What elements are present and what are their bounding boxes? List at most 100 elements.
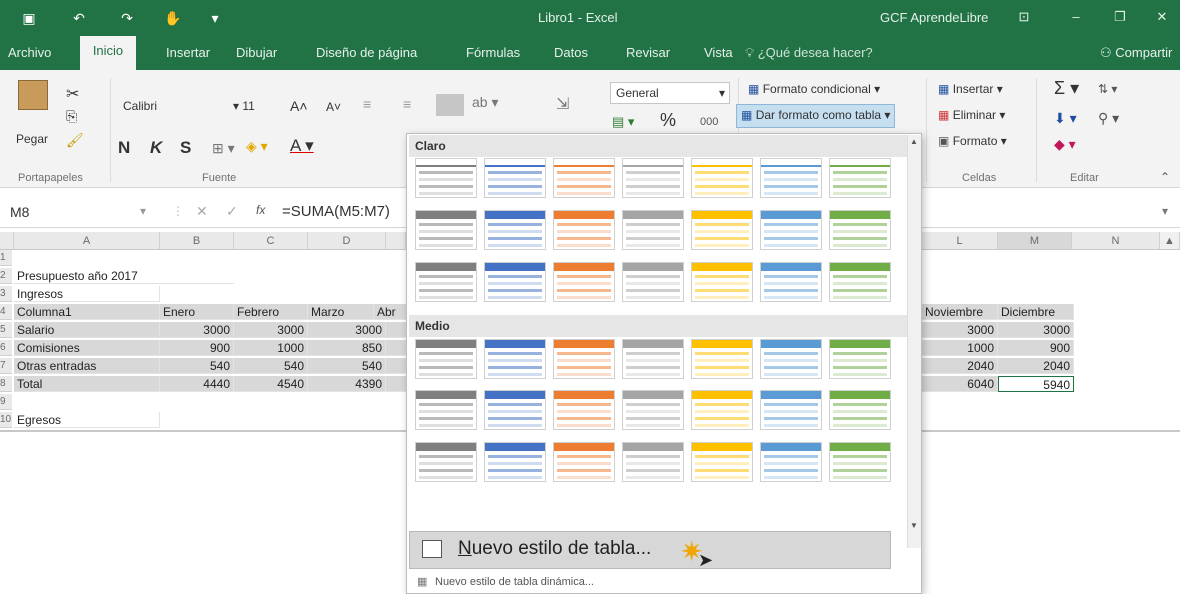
table-style-swatch[interactable]	[484, 390, 546, 430]
italic-button[interactable]: K	[150, 138, 162, 158]
tab-datos[interactable]: Datos	[554, 45, 588, 60]
tab-formulas[interactable]: Fórmulas	[466, 45, 520, 60]
paste-button-label[interactable]: Pegar	[16, 132, 48, 146]
cell-m6[interactable]: 900	[998, 340, 1074, 356]
cell-c5[interactable]: 3000	[234, 322, 308, 338]
table-style-swatch[interactable]	[691, 262, 753, 302]
gallery-scrollbar[interactable]: ▲ ▼	[907, 135, 921, 548]
cell-d6[interactable]: 850	[308, 340, 386, 356]
fill-color-icon[interactable]: ◈ ▾	[246, 138, 268, 155]
cell-m8-active[interactable]: 5940	[998, 376, 1074, 392]
share-button[interactable]: ⚇ Compartir	[1100, 45, 1172, 61]
format-painter-icon[interactable]: 🖌︎	[66, 132, 84, 149]
column-header-e[interactable]	[386, 232, 406, 250]
cell-l7[interactable]: 2040	[922, 358, 998, 374]
row-header[interactable]: 7	[0, 358, 12, 374]
table-style-swatch[interactable]	[760, 339, 822, 379]
row-header[interactable]: 5	[0, 322, 12, 338]
align-bottom-icon[interactable]	[436, 94, 464, 116]
cell-a5[interactable]: Salario	[14, 322, 160, 338]
ribbon-display-icon[interactable]: ⊡	[1012, 6, 1036, 28]
cut-icon[interactable]: ✂	[66, 84, 79, 104]
tab-diseno-pagina[interactable]: Diseño de página	[316, 45, 417, 60]
cell-b7[interactable]: 540	[160, 358, 234, 374]
table-style-swatch[interactable]	[415, 262, 477, 302]
redo-icon[interactable]: ↷	[118, 9, 136, 27]
vertical-scroll-up-icon[interactable]: ▲	[1160, 232, 1180, 250]
table-style-swatch[interactable]	[691, 158, 753, 198]
column-header-n[interactable]: N	[1072, 232, 1160, 250]
column-header-a[interactable]: A	[14, 232, 160, 250]
new-pivot-table-style-menu-item[interactable]: Nuevo estilo de tabla dinámica...	[435, 576, 594, 588]
table-style-swatch[interactable]	[622, 158, 684, 198]
cell-d5[interactable]: 3000	[308, 322, 386, 338]
table-style-swatch[interactable]	[415, 442, 477, 482]
copy-icon[interactable]: ⎘	[66, 108, 77, 125]
scroll-down-icon[interactable]: ▼	[910, 521, 918, 530]
close-icon[interactable]: ✕	[1150, 6, 1174, 28]
table-style-swatch[interactable]	[553, 210, 615, 250]
row-header[interactable]: 9	[0, 394, 12, 410]
table-style-swatch[interactable]	[829, 262, 891, 302]
sort-filter-icon[interactable]: ⇅ ▾	[1098, 82, 1117, 96]
fill-icon[interactable]: ⬇ ▾	[1054, 110, 1077, 127]
tab-inicio[interactable]: Inicio	[80, 36, 136, 70]
customize-icon[interactable]: ▾	[206, 9, 224, 27]
namebox-dropdown-icon[interactable]: ▾	[140, 204, 146, 218]
delete-cells-button[interactable]: ▦ Eliminar ▾	[938, 108, 1005, 122]
row-header[interactable]: 8	[0, 376, 12, 392]
cell-e7[interactable]	[386, 358, 406, 374]
cell-b6[interactable]: 900	[160, 340, 234, 356]
table-style-swatch[interactable]	[691, 339, 753, 379]
insert-function-icon[interactable]: fx	[256, 203, 265, 217]
table-style-swatch[interactable]	[829, 339, 891, 379]
row-header[interactable]: 2	[0, 268, 12, 284]
cell-l4[interactable]: Noviembre	[922, 304, 998, 320]
cell-m7[interactable]: 2040	[998, 358, 1074, 374]
table-style-swatch[interactable]	[484, 262, 546, 302]
table-style-swatch[interactable]	[622, 339, 684, 379]
tab-dibujar[interactable]: Dibujar	[236, 45, 277, 60]
collapse-ribbon-icon[interactable]: ⌃	[1160, 170, 1170, 184]
enter-icon[interactable]: ✓	[226, 203, 238, 220]
cell-c4[interactable]: Febrero	[234, 304, 308, 320]
row-header[interactable]: 4	[0, 304, 12, 320]
find-icon[interactable]: ⚲ ▾	[1098, 110, 1119, 127]
table-style-swatch[interactable]	[829, 158, 891, 198]
table-style-swatch[interactable]	[760, 442, 822, 482]
cell-a2[interactable]: Presupuesto año 2017	[14, 268, 234, 284]
row-header[interactable]: 3	[0, 286, 12, 302]
thousands-button[interactable]: 000	[700, 116, 718, 128]
cell-m4[interactable]: Diciembre	[998, 304, 1074, 320]
insert-cells-button[interactable]: ▦ Insertar ▾	[938, 82, 1003, 96]
table-style-swatch[interactable]	[553, 339, 615, 379]
percent-button[interactable]: %	[660, 110, 676, 131]
table-style-swatch[interactable]	[415, 158, 477, 198]
column-header-l[interactable]: L	[922, 232, 998, 250]
cell-a7[interactable]: Otras entradas	[14, 358, 160, 374]
cell-a10[interactable]: Egresos	[14, 412, 160, 428]
cell-c8[interactable]: 4540	[234, 376, 308, 392]
table-style-swatch[interactable]	[622, 442, 684, 482]
column-header-c[interactable]: C	[234, 232, 308, 250]
table-style-swatch[interactable]	[760, 158, 822, 198]
cell-l8[interactable]: 6040	[922, 376, 998, 392]
table-style-swatch[interactable]	[484, 339, 546, 379]
table-style-swatch[interactable]	[829, 442, 891, 482]
table-style-swatch[interactable]	[553, 390, 615, 430]
name-box[interactable]: M8	[6, 200, 136, 224]
tell-me-search[interactable]: 💡︎ ¿Qué desea hacer?	[745, 45, 873, 61]
column-header-b[interactable]: B	[160, 232, 234, 250]
cell-b4[interactable]: Enero	[160, 304, 234, 320]
tab-vista[interactable]: Vista	[704, 45, 733, 60]
table-style-swatch[interactable]	[484, 210, 546, 250]
table-style-swatch[interactable]	[760, 390, 822, 430]
row-header[interactable]: 1	[0, 250, 12, 266]
account-name[interactable]: GCF AprendeLibre	[880, 10, 988, 25]
number-format-select[interactable]: General ▾	[610, 82, 730, 104]
table-style-swatch[interactable]	[622, 262, 684, 302]
row-header[interactable]: 6	[0, 340, 12, 356]
currency-icon[interactable]: ▤ ▾	[612, 114, 634, 130]
conditional-format-button[interactable]: ▦ Formato condicional ▾	[748, 82, 880, 96]
table-style-swatch[interactable]	[415, 210, 477, 250]
